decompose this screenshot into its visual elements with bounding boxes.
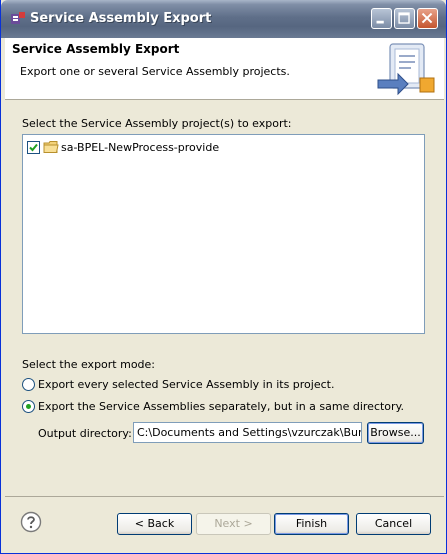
footer-separator bbox=[5, 496, 444, 497]
output-directory-label: Output directory: bbox=[38, 427, 132, 440]
radio-button-in-project[interactable] bbox=[22, 378, 35, 391]
tree-item-project[interactable]: sa-BPEL-NewProcess-provide bbox=[27, 139, 219, 155]
output-directory-input[interactable]: C:\Documents and Settings\vzurczak\Burea… bbox=[133, 422, 362, 443]
minimize-icon bbox=[376, 20, 384, 24]
window-title: Service Assembly Export bbox=[30, 11, 212, 26]
radio-export-same-directory[interactable]: Export the Service Assemblies separately… bbox=[22, 400, 404, 413]
finish-button[interactable]: Finish bbox=[274, 513, 349, 535]
wizard-header: Service Assembly Export Export one or se… bbox=[5, 38, 444, 100]
projects-label: Select the Service Assembly project(s) t… bbox=[22, 117, 292, 130]
cancel-button[interactable]: Cancel bbox=[356, 513, 431, 535]
export-mode-label: Select the export mode: bbox=[22, 358, 156, 371]
help-icon[interactable] bbox=[20, 511, 42, 533]
radio-label-in-project: Export every selected Service Assembly i… bbox=[38, 378, 335, 391]
checkmark-icon bbox=[29, 143, 38, 151]
eclipse-app-icon bbox=[11, 12, 25, 24]
minimize-button[interactable] bbox=[371, 8, 392, 29]
browse-button[interactable]: Browse... bbox=[367, 422, 424, 444]
maximize-button[interactable] bbox=[394, 8, 415, 29]
page-description: Export one or several Service Assembly p… bbox=[20, 65, 290, 78]
project-label: sa-BPEL-NewProcess-provide bbox=[61, 140, 220, 154]
close-button[interactable] bbox=[417, 8, 438, 29]
next-button[interactable]: Next > bbox=[196, 513, 271, 535]
export-dialog: Service Assembly Export Service Assembly… bbox=[0, 0, 447, 554]
back-button[interactable]: < Back bbox=[117, 513, 192, 535]
folder-icon bbox=[43, 141, 59, 153]
page-title: Service Assembly Export bbox=[12, 42, 180, 56]
projects-tree[interactable]: sa-BPEL-NewProcess-provide bbox=[22, 134, 425, 334]
export-wizard-icon bbox=[377, 43, 435, 96]
project-checkbox[interactable] bbox=[27, 140, 40, 154]
radio-button-same-directory[interactable] bbox=[22, 400, 35, 413]
radio-label-same-directory: Export the Service Assemblies separately… bbox=[38, 400, 405, 413]
radio-export-in-project[interactable]: Export every selected Service Assembly i… bbox=[22, 378, 334, 391]
wizard-body: Select the Service Assembly project(s) t… bbox=[5, 101, 444, 496]
title-bar[interactable]: Service Assembly Export bbox=[1, 0, 446, 38]
close-icon bbox=[421, 12, 433, 24]
maximize-icon bbox=[398, 12, 410, 24]
